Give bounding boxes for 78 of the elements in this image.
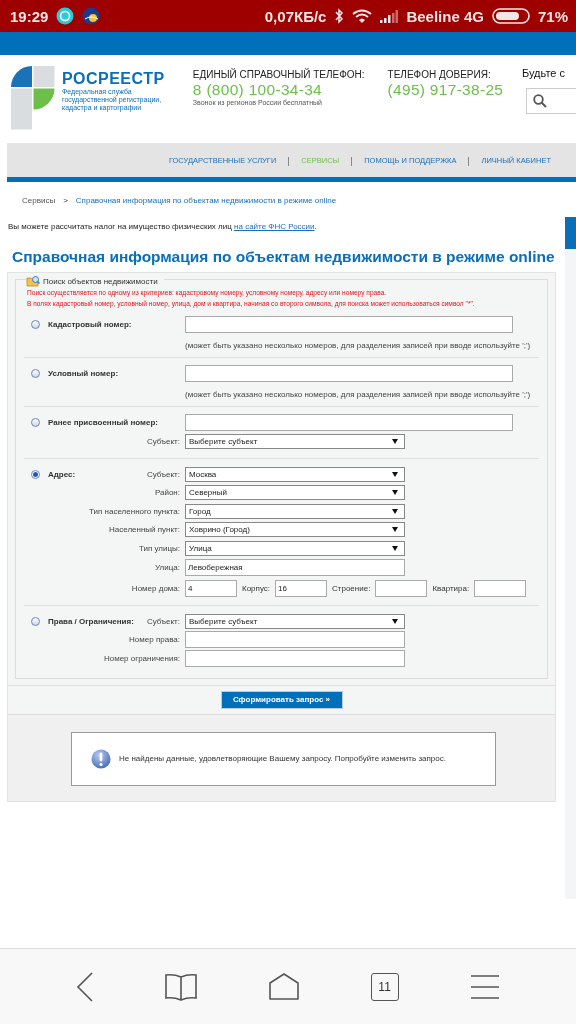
field-hint: (может быть указано несколько номеров, для разделения записей при вводе используйте ';') bbox=[185, 340, 532, 350]
field-label: Корпус: bbox=[242, 584, 271, 594]
fieldset-legend: Поиск объектов недвижимости bbox=[43, 276, 158, 286]
search-field[interactable] bbox=[526, 88, 576, 114]
radio-button[interactable] bbox=[31, 369, 40, 379]
field-label: Тип населенного пункта: bbox=[89, 506, 181, 516]
status-time: 19:29 bbox=[10, 7, 49, 25]
field-label: Номер ограничения: bbox=[103, 653, 181, 663]
network-speed: 0,07КБ/с bbox=[264, 7, 327, 25]
field-label: Населенный пункт: bbox=[108, 525, 181, 535]
select-field[interactable]: Москва bbox=[185, 466, 405, 482]
criterion-label: Условный номер: bbox=[48, 369, 119, 379]
field-hint: (может быть указано несколько номеров, для разделения записей при вводе используйте ';') bbox=[185, 389, 532, 399]
input-field[interactable] bbox=[474, 580, 527, 598]
radio-button[interactable] bbox=[31, 469, 40, 479]
criterion-label: Ранее присвоенный номер: bbox=[48, 418, 159, 428]
input-field[interactable]: 16 bbox=[275, 580, 328, 598]
battery-icon bbox=[491, 8, 530, 24]
field-label: Субъект: bbox=[146, 616, 181, 626]
exclamation-icon bbox=[91, 748, 111, 769]
page-title: Справочная информация по объектам недвижимости в режиме online bbox=[12, 247, 556, 267]
input-field[interactable] bbox=[185, 365, 513, 383]
criterion-label: Адрес: bbox=[48, 469, 76, 479]
home-icon[interactable] bbox=[269, 972, 299, 1001]
criterion-label: Кадастровый номер: bbox=[48, 320, 132, 329]
select-field[interactable]: Город bbox=[185, 503, 405, 519]
field-label: Субъект: bbox=[146, 469, 181, 479]
radio-button[interactable] bbox=[31, 418, 40, 428]
folder-search-icon bbox=[26, 275, 40, 287]
select-field[interactable]: Выберите субъект bbox=[185, 433, 405, 449]
bluetooth-icon bbox=[334, 8, 345, 24]
logo-title: РОСРЕЕСТР bbox=[62, 70, 165, 88]
field-label: Субъект: bbox=[146, 436, 181, 446]
signal-icon bbox=[380, 9, 399, 23]
field-label: Район: bbox=[154, 488, 181, 498]
no-results-message: Не найдены данные, удовлетворяющие Вашему запросу. Попробуйте изменить запрос. bbox=[119, 754, 446, 763]
breadcrumb-item[interactable]: Сервисы bbox=[22, 195, 56, 205]
input-field[interactable] bbox=[185, 316, 513, 333]
input-field[interactable] bbox=[375, 580, 428, 598]
field-label: Улица: bbox=[155, 562, 181, 572]
input-field[interactable] bbox=[185, 631, 405, 649]
input-field[interactable]: 4 bbox=[185, 580, 237, 598]
input-field[interactable] bbox=[185, 649, 405, 667]
submit-button[interactable]: Сформировать запрос » bbox=[220, 690, 343, 709]
radio-button[interactable] bbox=[31, 320, 40, 329]
input-field[interactable]: Левобережная bbox=[185, 558, 405, 576]
radio-button[interactable] bbox=[31, 616, 40, 626]
tax-note: Вы можете рассчитать налог на имущество физических лиц на сайте ФНС России. bbox=[8, 222, 318, 231]
globe-icon bbox=[82, 7, 101, 25]
tab-count-button[interactable]: 11 bbox=[370, 972, 399, 1001]
back-icon[interactable] bbox=[75, 971, 94, 1002]
field-label: Тип улицы: bbox=[138, 543, 181, 553]
hotline-label: ЕДИНЫЙ СПРАВОЧНЫЙ ТЕЛЕФОН: bbox=[192, 69, 366, 80]
menu-icon[interactable] bbox=[470, 973, 501, 1000]
book-icon[interactable] bbox=[165, 972, 198, 1001]
select-field[interactable]: Ховрино (Город) bbox=[185, 522, 405, 538]
field-label: Строение: bbox=[332, 584, 371, 594]
criterion-label: Права / Ограничения: bbox=[48, 616, 134, 626]
field-label: Номер дома: bbox=[131, 584, 181, 594]
logo-icon bbox=[10, 65, 56, 131]
breadcrumb-link[interactable]: Справочная информация по объектам недвижимости в режиме online bbox=[75, 195, 337, 205]
trust-line-number: (495) 917-38-25 bbox=[387, 80, 505, 99]
trust-line-label: ТЕЛЕФОН ДОВЕРИЯ: bbox=[387, 69, 492, 80]
select-field[interactable]: Улица bbox=[185, 540, 405, 556]
fns-link[interactable]: на сайте ФНС России bbox=[234, 222, 315, 231]
select-field[interactable]: Выберите субъект bbox=[185, 613, 405, 629]
hotline-number: 8 (800) 100-34-34 bbox=[192, 80, 324, 99]
carrier-name: Beeline 4G bbox=[406, 7, 484, 25]
field-label: Квартира: bbox=[432, 584, 470, 594]
input-field[interactable] bbox=[185, 414, 513, 432]
header-text: Будьте с bbox=[522, 67, 566, 79]
search-icon bbox=[533, 94, 547, 108]
circle-icon bbox=[56, 7, 75, 25]
select-field[interactable]: Северный bbox=[185, 485, 405, 501]
breadcrumb-separator: > bbox=[63, 195, 68, 205]
field-label: Номер права: bbox=[129, 635, 181, 645]
wifi-icon bbox=[352, 9, 373, 23]
battery-percent: 71% bbox=[537, 7, 568, 25]
